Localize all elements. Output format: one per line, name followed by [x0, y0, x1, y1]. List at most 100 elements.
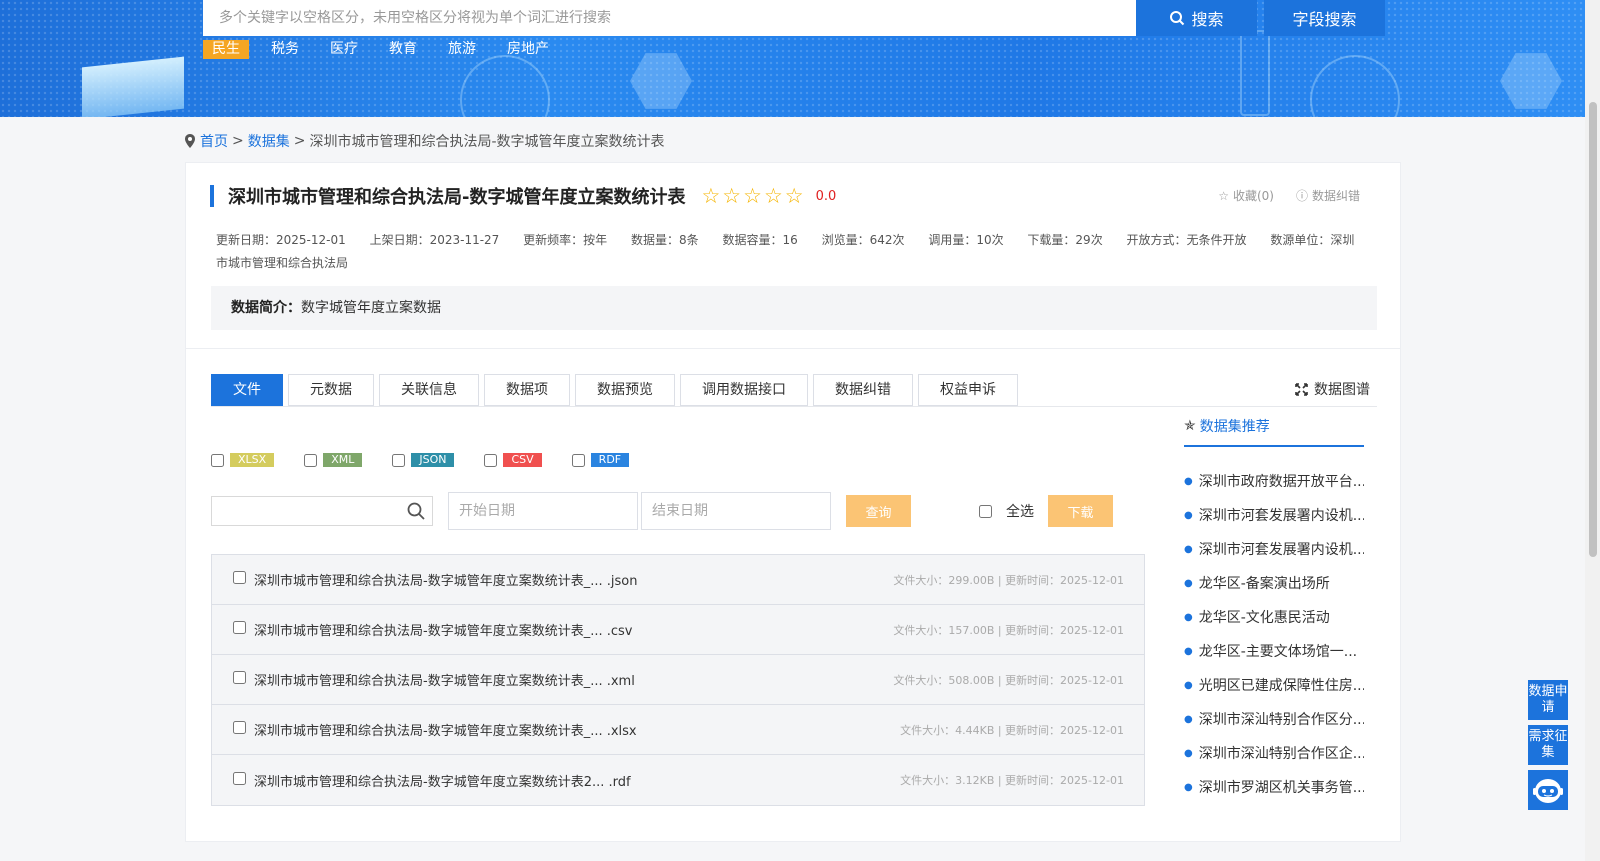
- favorite-button[interactable]: ☆ 收藏(0): [1218, 187, 1274, 204]
- format-checkbox-xml[interactable]: [304, 453, 318, 467]
- page-scrollbar[interactable]: [1585, 0, 1600, 861]
- recommend-item[interactable]: ● 深圳市深汕特别合作区企...: [1184, 737, 1364, 771]
- download-button[interactable]: 下载: [1048, 495, 1113, 527]
- file-checkbox[interactable]: [233, 671, 246, 684]
- recommend-item-label[interactable]: 深圳市河套发展署内设机...: [1199, 499, 1364, 533]
- hot-tag-medical[interactable]: 医疗: [321, 40, 367, 59]
- file-row[interactable]: 深圳市城市管理和综合执法局-数字城管年度立案数统计表2... .rdf 文件大小…: [212, 755, 1144, 805]
- tab-error-report[interactable]: 数据纠错: [813, 374, 913, 406]
- recommend-item-label[interactable]: 龙华区-主要文体场馆一...: [1199, 635, 1357, 669]
- banner-ring-decoration: [1310, 55, 1400, 117]
- robot-icon: [1533, 779, 1563, 803]
- format-badge-xlsx: XLSX: [230, 453, 275, 467]
- scrollbar-thumb[interactable]: [1589, 102, 1597, 557]
- format-option-xlsx[interactable]: XLSX: [211, 453, 275, 467]
- recommend-item[interactable]: ● 深圳市河套发展署内设机...: [1184, 499, 1364, 533]
- file-row[interactable]: 深圳市城市管理和综合执法局-数字城管年度立案数统计表_... .json 文件大…: [212, 555, 1144, 605]
- select-all-label: 全选: [1006, 504, 1034, 520]
- search-icon[interactable]: [406, 501, 426, 521]
- banner-hex-decoration: [1500, 53, 1562, 109]
- file-row[interactable]: 深圳市城市管理和综合执法局-数字城管年度立案数统计表_... .xml 文件大小…: [212, 655, 1144, 705]
- recommend-item-label[interactable]: 深圳市政府数据开放平台...: [1199, 465, 1364, 499]
- file-checkbox[interactable]: [233, 771, 246, 785]
- recommend-item[interactable]: ● 龙华区-文化惠民活动: [1184, 601, 1364, 635]
- star-icon[interactable]: ☆: [743, 185, 762, 207]
- error-report-button[interactable]: ⓘ 数据纠错: [1296, 187, 1360, 204]
- file-checkbox[interactable]: [233, 571, 246, 584]
- tab-appeal[interactable]: 权益申诉: [918, 374, 1018, 406]
- hot-tag-realestate[interactable]: 房地产: [498, 40, 558, 59]
- recommend-item[interactable]: ● 龙华区-主要文体场馆一...: [1184, 635, 1364, 669]
- banner-ring-decoration: [460, 55, 550, 117]
- breadcrumb-home-link[interactable]: 首页: [200, 131, 228, 151]
- query-button[interactable]: 查询: [846, 495, 911, 527]
- recommend-item-label[interactable]: 深圳市罗湖区机关事务管...: [1199, 771, 1364, 805]
- rating-stars[interactable]: ☆ ☆ ☆ ☆ ☆: [701, 185, 804, 207]
- hot-tag-tax[interactable]: 税务: [262, 40, 308, 59]
- format-checkbox-csv[interactable]: [484, 453, 498, 467]
- tab-data-preview[interactable]: 数据预览: [575, 374, 675, 406]
- search-input[interactable]: [203, 0, 1136, 36]
- breadcrumb: 首页 > 数据集 > 深圳市城市管理和综合执法局-数字城管年度立案数统计表: [184, 131, 665, 151]
- breadcrumb-datasets-link[interactable]: 数据集: [248, 131, 290, 151]
- recommend-item-label[interactable]: 深圳市深汕特别合作区企...: [1199, 737, 1364, 771]
- data-graph-link[interactable]: 数据图谱: [1295, 379, 1370, 399]
- data-apply-button[interactable]: 数据申请: [1528, 680, 1568, 720]
- start-date-input[interactable]: 开始日期: [448, 492, 638, 530]
- tab-metadata[interactable]: 元数据: [288, 374, 374, 406]
- recommend-item-label[interactable]: 光明区已建成保障性住房...: [1199, 669, 1364, 703]
- file-name[interactable]: 深圳市城市管理和综合执法局-数字城管年度立案数统计表_... .xml: [254, 670, 635, 689]
- tab-files[interactable]: 文件: [211, 374, 283, 406]
- recommend-item[interactable]: ● 深圳市罗湖区机关事务管...: [1184, 771, 1364, 805]
- format-filters: XLSX XML JSON CSV RDF: [211, 453, 659, 467]
- file-checkbox[interactable]: [233, 621, 246, 634]
- recommend-item-label[interactable]: 龙华区-备案演出场所: [1199, 567, 1330, 601]
- star-icon[interactable]: ☆: [722, 185, 741, 207]
- tab-api[interactable]: 调用数据接口: [680, 374, 808, 406]
- recommend-item-label[interactable]: 龙华区-文化惠民活动: [1199, 601, 1330, 635]
- format-option-rdf[interactable]: RDF: [571, 453, 630, 467]
- recommend-item-label[interactable]: 深圳市河套发展署内设机...: [1199, 533, 1364, 567]
- file-row[interactable]: 深圳市城市管理和综合执法局-数字城管年度立案数统计表_... .csv 文件大小…: [212, 605, 1144, 655]
- format-checkbox-json[interactable]: [392, 453, 406, 467]
- hot-tag-education[interactable]: 教育: [380, 40, 426, 59]
- star-icon[interactable]: ☆: [764, 185, 783, 207]
- demand-collect-button[interactable]: 需求征集: [1528, 725, 1568, 765]
- tab-related-info[interactable]: 关联信息: [379, 374, 479, 406]
- end-date-input[interactable]: 结束日期: [641, 492, 831, 530]
- chatbot-button[interactable]: [1528, 770, 1568, 810]
- keyword-search-input[interactable]: [211, 496, 433, 526]
- tab-bar: 文件 元数据 关联信息 数据项 数据预览 调用数据接口 数据纠错 权益申诉: [211, 374, 1018, 406]
- recommend-item[interactable]: ● 光明区已建成保障性住房...: [1184, 669, 1364, 703]
- hot-tag-travel[interactable]: 旅游: [439, 40, 485, 59]
- tab-data-items[interactable]: 数据项: [484, 374, 570, 406]
- file-list: 深圳市城市管理和综合执法局-数字城管年度立案数统计表_... .json 文件大…: [211, 554, 1145, 806]
- format-option-xml[interactable]: XML: [304, 453, 363, 467]
- file-row[interactable]: 深圳市城市管理和综合执法局-数字城管年度立案数统计表_... .xlsx 文件大…: [212, 705, 1144, 755]
- recommend-item[interactable]: ● 深圳市深汕特别合作区分...: [1184, 703, 1364, 737]
- intro-text: 数字城管年度立案数据: [301, 300, 441, 316]
- recommend-item[interactable]: ● 龙华区-备案演出场所: [1184, 567, 1364, 601]
- format-checkbox-rdf[interactable]: [571, 453, 585, 467]
- recommend-item[interactable]: ● 深圳市政府数据开放平台...: [1184, 465, 1364, 499]
- recommend-item-label[interactable]: 深圳市深汕特别合作区分...: [1199, 703, 1364, 737]
- select-all[interactable]: 全选: [979, 501, 1034, 521]
- hot-tag-minsheng[interactable]: 民生: [203, 40, 249, 59]
- format-checkbox-xlsx[interactable]: [211, 453, 224, 467]
- file-checkbox[interactable]: [233, 721, 246, 734]
- file-filter-bar: 开始日期 结束日期 查询 全选 下载: [211, 492, 1113, 530]
- format-badge-xml: XML: [323, 453, 363, 467]
- file-name[interactable]: 深圳市城市管理和综合执法局-数字城管年度立案数统计表_... .xlsx: [254, 720, 637, 739]
- file-name[interactable]: 深圳市城市管理和综合执法局-数字城管年度立案数统计表_... .json: [254, 570, 637, 589]
- star-icon[interactable]: ☆: [785, 185, 804, 207]
- file-name[interactable]: 深圳市城市管理和综合执法局-数字城管年度立案数统计表_... .csv: [254, 620, 632, 639]
- star-icon[interactable]: ☆: [701, 185, 720, 207]
- field-search-button[interactable]: 字段搜索: [1264, 0, 1385, 36]
- bullet-icon: ●: [1184, 748, 1193, 759]
- select-all-checkbox[interactable]: [979, 504, 992, 518]
- format-option-csv[interactable]: CSV: [484, 453, 542, 467]
- file-name[interactable]: 深圳市城市管理和综合执法局-数字城管年度立案数统计表2... .rdf: [254, 771, 631, 790]
- search-button[interactable]: 搜索: [1136, 0, 1257, 36]
- recommend-item[interactable]: ● 深圳市河套发展署内设机...: [1184, 533, 1364, 567]
- format-option-json[interactable]: JSON: [392, 453, 455, 467]
